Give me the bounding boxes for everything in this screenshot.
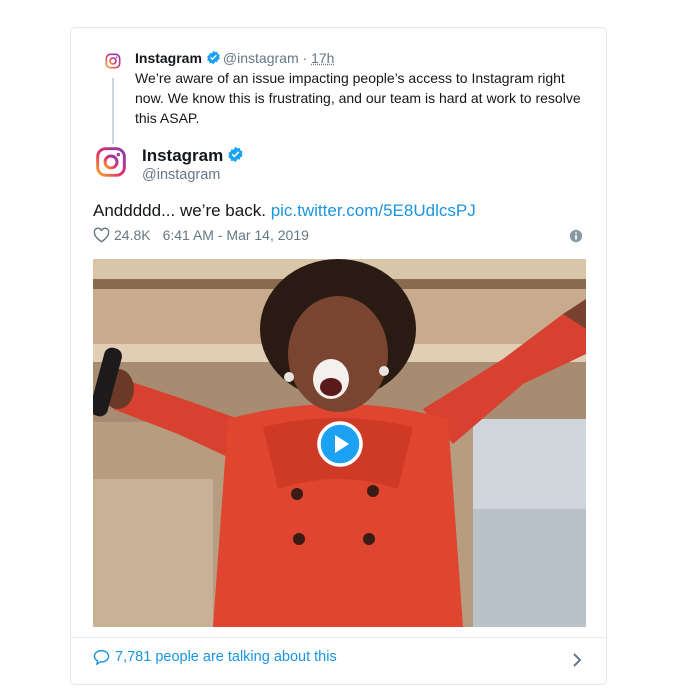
main-author-name[interactable]: Instagram bbox=[142, 146, 246, 166]
instagram-logo-icon[interactable] bbox=[95, 146, 127, 178]
chevron-right-icon[interactable] bbox=[571, 652, 583, 668]
parent-tweet-header: Instagram @instagram · 17h bbox=[135, 50, 334, 66]
parent-author-name[interactable]: Instagram bbox=[135, 50, 202, 66]
main-author-handle[interactable]: @instagram bbox=[142, 167, 220, 183]
embedded-tweet-card: Instagram @instagram · 17h We’re aware of… bbox=[70, 27, 607, 685]
play-icon[interactable] bbox=[317, 421, 363, 467]
tweet-meta: 24.8K 6:41 AM - Mar 14, 2019 bbox=[93, 227, 309, 243]
thread-connector-line bbox=[112, 78, 114, 144]
verified-badge-icon bbox=[207, 50, 220, 65]
tweet-timestamp[interactable]: 6:41 AM - Mar 14, 2019 bbox=[163, 227, 309, 243]
comment-bubble-icon bbox=[93, 649, 110, 665]
main-tweet-text: Anddddd... we’re back. pic.twitter.com/5… bbox=[93, 201, 476, 221]
footer-divider bbox=[71, 637, 606, 638]
main-author-name-text[interactable]: Instagram bbox=[142, 146, 223, 165]
header-separator: · bbox=[302, 50, 308, 66]
info-icon[interactable] bbox=[569, 229, 583, 243]
verified-badge-icon bbox=[228, 146, 243, 163]
talking-count[interactable]: 7,781 people are talking about this bbox=[115, 649, 337, 665]
conversation-link[interactable]: 7,781 people are talking about this bbox=[93, 649, 337, 665]
like-count[interactable]: 24.8K bbox=[114, 227, 151, 243]
heart-icon[interactable] bbox=[93, 227, 110, 243]
tweet-media-video[interactable] bbox=[93, 259, 586, 627]
instagram-logo-icon[interactable] bbox=[105, 53, 121, 69]
tweet-body: Anddddd... we’re back. bbox=[93, 201, 266, 220]
parent-tweet-time[interactable]: 17h bbox=[311, 50, 334, 66]
parent-tweet-text: We’re aware of an issue impacting people… bbox=[135, 70, 581, 126]
media-link[interactable]: pic.twitter.com/5E8UdlcsPJ bbox=[271, 201, 476, 220]
parent-author-handle[interactable]: @instagram bbox=[223, 50, 299, 66]
